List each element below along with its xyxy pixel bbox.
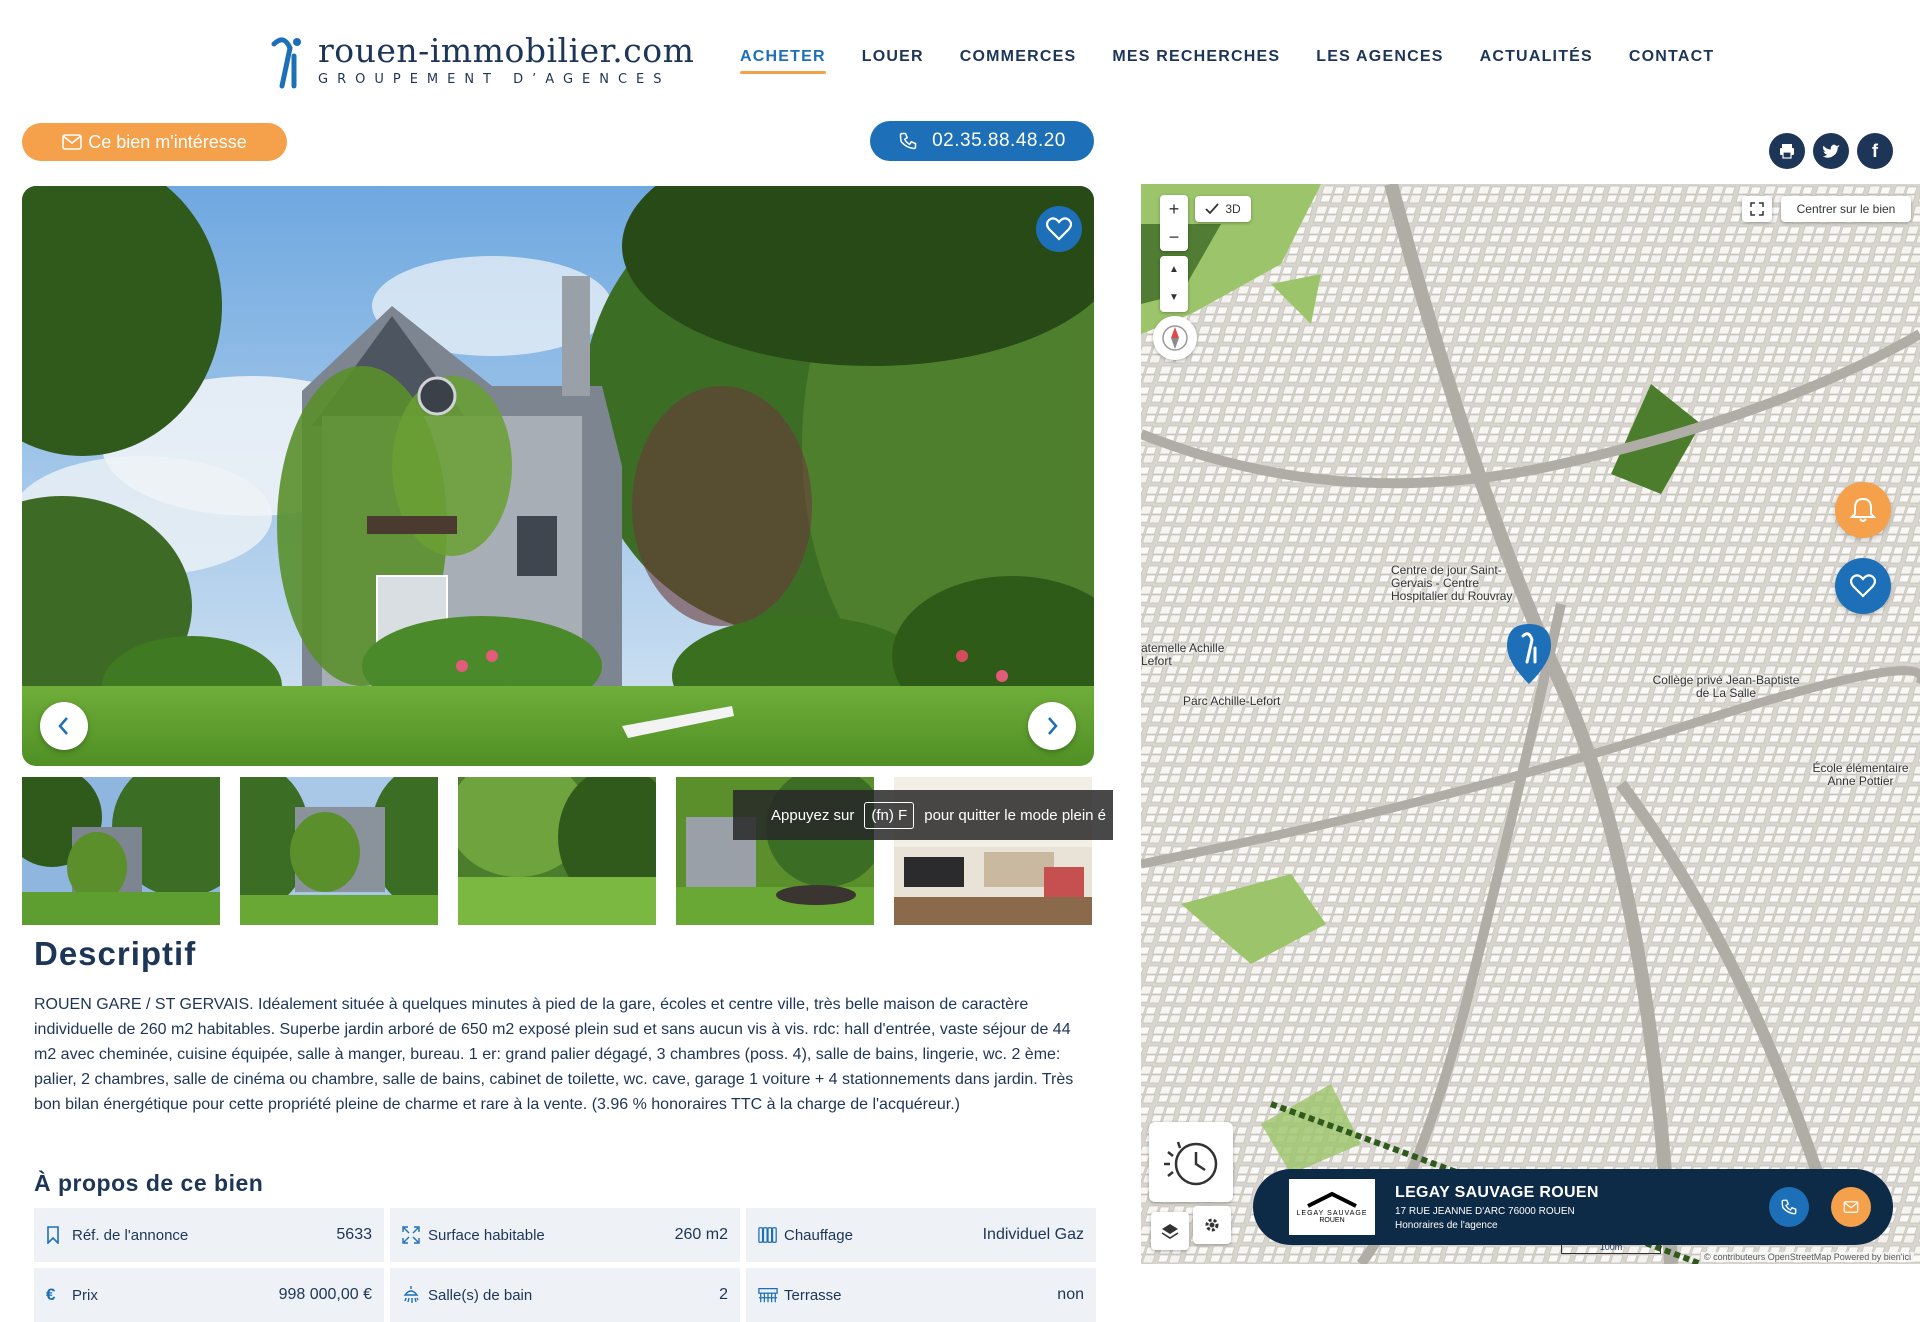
main-nav: ACHETER LOUER COMMERCES MES RECHERCHES L…: [740, 48, 1714, 74]
print-button[interactable]: [1769, 133, 1805, 169]
map-label-college: Collège privé Jean-Baptiste de La Salle: [1652, 673, 1800, 700]
agency-card[interactable]: LEGAY SAUVAGE ROUEN LEGAY SAUVAGE ROUEN …: [1253, 1169, 1893, 1245]
zoom-out-button[interactable]: −: [1169, 223, 1180, 251]
terrace-icon: [758, 1286, 778, 1304]
compass-button[interactable]: [1153, 316, 1197, 360]
logo-brand: rouen-immobilier.com: [318, 30, 695, 70]
envelope-icon: [62, 134, 83, 150]
nav-louer[interactable]: LOUER: [862, 48, 924, 74]
nav-actualites[interactable]: ACTUALITÉS: [1480, 48, 1593, 74]
radiator-icon: [758, 1225, 778, 1245]
map-attribution[interactable]: © contributeurs OpenStreetMap Powered by…: [1701, 1252, 1914, 1262]
house-photo: [22, 186, 1094, 766]
expand-icon: [402, 1226, 422, 1244]
print-icon: [1780, 144, 1794, 159]
facebook-icon: f: [1872, 140, 1878, 161]
fullscreen-tooltip: Appuyez sur (fn) F pour quitter le mode …: [733, 790, 1113, 840]
fact-heating: Chauffage Individuel Gaz: [746, 1208, 1096, 1262]
clock-sun-icon: [1164, 1141, 1218, 1186]
zoom-controls: + −: [1160, 195, 1188, 251]
compass-icon: [1162, 325, 1188, 351]
fullscreen-icon: [1750, 202, 1764, 216]
euro-icon: €: [46, 1285, 56, 1304]
map-label-centre-jour: Centre de jour Saint-Gervais - Centre Ho…: [1391, 563, 1513, 603]
layers-icon: [1161, 1224, 1179, 1239]
twitter-icon: [1822, 144, 1840, 158]
nav-les-agences[interactable]: LES AGENCES: [1316, 48, 1443, 74]
tooltip-suffix: pour quitter le mode plein é: [924, 806, 1107, 824]
fact-bathrooms: Salle(s) de bain 2: [390, 1268, 740, 1322]
fact-terrace: Terrasse non: [746, 1268, 1096, 1322]
agency-call-button[interactable]: [1769, 1187, 1809, 1227]
map-label-parc: Parc Achille-Lefort: [1183, 694, 1281, 708]
toggle-3d-label: 3D: [1225, 202, 1241, 216]
tilt-controls: ▲ ▼: [1160, 256, 1188, 312]
thumbnail-3[interactable]: [458, 777, 656, 925]
agency-email-button[interactable]: [1831, 1187, 1871, 1227]
chevron-right-icon: [1048, 717, 1058, 735]
toggle-3d[interactable]: 3D: [1195, 196, 1251, 222]
zoom-in-button[interactable]: +: [1169, 195, 1180, 223]
phone-icon: [899, 132, 917, 150]
interest-label: Ce bien m'intéresse: [88, 131, 247, 152]
bell-icon: [1850, 497, 1876, 522]
fact-price: € Prix 998 000,00 €: [34, 1268, 384, 1322]
tilt-down-icon[interactable]: ▼: [1169, 284, 1179, 312]
agency-roof-icon: [1307, 1191, 1357, 1208]
site-logo[interactable]: rouen-immobilier.com GROUPEMENT D’AGENCE…: [268, 30, 694, 90]
agency-name: LEGAY SAUVAGE ROUEN: [1395, 1183, 1599, 1201]
logo-subtitle: GROUPEMENT D’AGENCES: [318, 71, 671, 87]
tooltip-prefix: Appuyez sur: [771, 806, 855, 824]
nav-acheter[interactable]: ACHETER: [740, 48, 826, 74]
checkbox-checked-icon: [1205, 203, 1220, 215]
phone-label: 02.35.88.48.20: [932, 130, 1066, 151]
layers-button[interactable]: [1151, 1212, 1189, 1250]
heart-icon: [1850, 574, 1876, 598]
fact-surface: Surface habitable 260 m2: [390, 1208, 740, 1262]
description-title: Descriptif: [34, 935, 197, 972]
map-label-ecole: École élémentaire Anne Pottier: [1812, 761, 1909, 788]
fact-reference: Réf. de l'annonce 5633: [34, 1208, 384, 1262]
tooltip-key: (fn) F: [864, 801, 915, 829]
agency-address: 17 RUE JEANNE D'ARC 76000 ROUEN: [1395, 1205, 1575, 1217]
center-on-property-button[interactable]: Centrer sur le bien: [1781, 196, 1911, 222]
about-title: À propos de ce bien: [34, 1170, 264, 1196]
nav-contact[interactable]: CONTACT: [1629, 48, 1714, 74]
next-photo-button[interactable]: [1028, 702, 1076, 750]
map-scale: 100m: [1561, 1243, 1661, 1254]
tilt-up-icon[interactable]: ▲: [1169, 256, 1179, 284]
bookmark-icon: [46, 1226, 66, 1244]
twitter-button[interactable]: [1813, 133, 1849, 169]
fullscreen-button[interactable]: [1742, 196, 1772, 222]
alert-button[interactable]: [1835, 482, 1891, 538]
agency-fees-link[interactable]: Honoraires de l'agence: [1395, 1220, 1769, 1231]
time-of-day-button[interactable]: [1149, 1122, 1233, 1202]
phone-icon: [1781, 1199, 1797, 1215]
map-label-maternelle: atemelle Achille Lefort: [1141, 641, 1225, 668]
logo-mark-icon: [271, 37, 301, 89]
property-map[interactable]: Centre de jour Saint-Gervais - Centre Ho…: [1141, 184, 1920, 1264]
shower-icon: [402, 1285, 422, 1305]
map-3d-buildings: [1141, 184, 1920, 1264]
site-header: rouen-immobilier.com GROUPEMENT D’AGENCE…: [0, 0, 1920, 110]
map-favorite-button[interactable]: [1835, 558, 1891, 614]
nav-mes-recherches[interactable]: MES RECHERCHES: [1112, 48, 1280, 74]
interest-button[interactable]: Ce bien m'intéresse: [22, 123, 287, 161]
phone-button[interactable]: 02.35.88.48.20: [870, 121, 1094, 161]
agency-logo: LEGAY SAUVAGE ROUEN: [1289, 1179, 1375, 1235]
chevron-left-icon: [58, 717, 68, 735]
favorite-button[interactable]: [1036, 206, 1082, 252]
previous-photo-button[interactable]: [40, 702, 88, 750]
heart-icon: [1046, 217, 1072, 241]
thumbnail-2[interactable]: [240, 777, 438, 925]
thumbnail-1[interactable]: [22, 777, 220, 925]
main-photo[interactable]: [22, 186, 1094, 766]
nav-commerces[interactable]: COMMERCES: [960, 48, 1077, 74]
envelope-icon: [1843, 1201, 1859, 1213]
facts-grid: Réf. de l'annonce 5633 Surface habitable…: [34, 1208, 1096, 1322]
facebook-button[interactable]: f: [1857, 133, 1893, 169]
settings-button[interactable]: [1193, 1206, 1231, 1244]
gear-icon: [1205, 1218, 1219, 1232]
description-text: ROUEN GARE / ST GERVAIS. Idéalement situ…: [34, 996, 1074, 1113]
